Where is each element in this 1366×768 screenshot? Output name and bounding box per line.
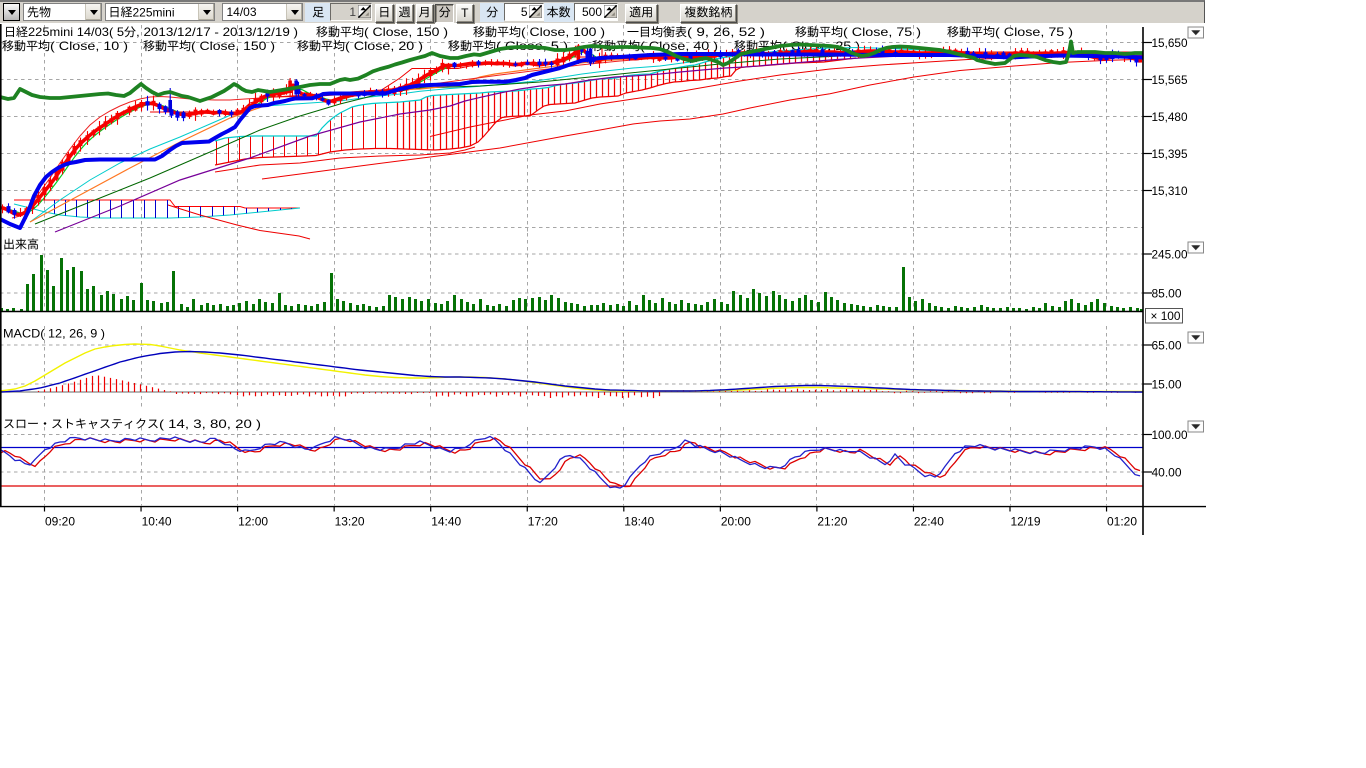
svg-text:12:00: 12:00: [238, 515, 268, 529]
svg-text:15,395: 15,395: [1152, 147, 1188, 161]
svg-text:( Close, 75 ): ( Close, 75 ): [843, 25, 921, 39]
svg-text:12/19: 12/19: [1011, 515, 1041, 529]
svg-text:( 9, 26, 52 ): ( 9, 26, 52 ): [687, 25, 765, 39]
svg-text:14:40: 14:40: [431, 515, 461, 529]
svg-text:( Close, 100 ): ( Close, 100 ): [521, 25, 605, 39]
svg-text:85.00: 85.00: [1152, 286, 1182, 300]
svg-text:18:40: 18:40: [624, 515, 654, 529]
svg-text:( Close, 10 ): ( Close, 10 ): [50, 39, 128, 53]
svg-text:13:20: 13:20: [335, 515, 365, 529]
svg-text:( Close, 75 ): ( Close, 75 ): [995, 25, 1073, 39]
svg-text:( 14, 3, 80, 20 ): ( 14, 3, 80, 20 ): [159, 417, 261, 431]
svg-text:15,480: 15,480: [1152, 110, 1188, 124]
svg-text:15.00: 15.00: [1152, 377, 1182, 391]
svg-text:22:40: 22:40: [914, 515, 944, 529]
svg-text:( Close, 20 ): ( Close, 20 ): [345, 39, 423, 53]
svg-text:09:20: 09:20: [45, 515, 75, 529]
svg-text:( Close, 150 ): ( Close, 150 ): [191, 39, 275, 53]
svg-text:× 100: × 100: [1151, 309, 1181, 323]
svg-text:225mini: 225mini: [133, 5, 175, 19]
svg-text:( Close, 150 ): ( Close, 150 ): [364, 25, 448, 39]
svg-text:10:40: 10:40: [142, 515, 172, 529]
svg-text:20:00: 20:00: [721, 515, 751, 529]
svg-text:17:20: 17:20: [528, 515, 558, 529]
svg-text:40.00: 40.00: [1152, 465, 1182, 479]
svg-text:, 2013/12/17 - 2013/12/19 ): , 2013/12/17 - 2013/12/19 ): [136, 25, 298, 39]
svg-text:01:20: 01:20: [1107, 515, 1137, 529]
svg-text:65.00: 65.00: [1152, 338, 1182, 352]
svg-text:MACD( 12, 26, 9 ): MACD( 12, 26, 9 ): [3, 327, 105, 341]
svg-text:225mini 14/03( 5: 225mini 14/03( 5: [28, 25, 124, 39]
svg-text:100.00: 100.00: [1152, 428, 1188, 442]
svg-text:15,310: 15,310: [1152, 184, 1188, 198]
svg-text:15,565: 15,565: [1152, 73, 1188, 87]
svg-text:21:20: 21:20: [817, 515, 847, 529]
svg-text:245.00: 245.00: [1152, 247, 1188, 261]
svg-text:15,650: 15,650: [1152, 36, 1188, 50]
